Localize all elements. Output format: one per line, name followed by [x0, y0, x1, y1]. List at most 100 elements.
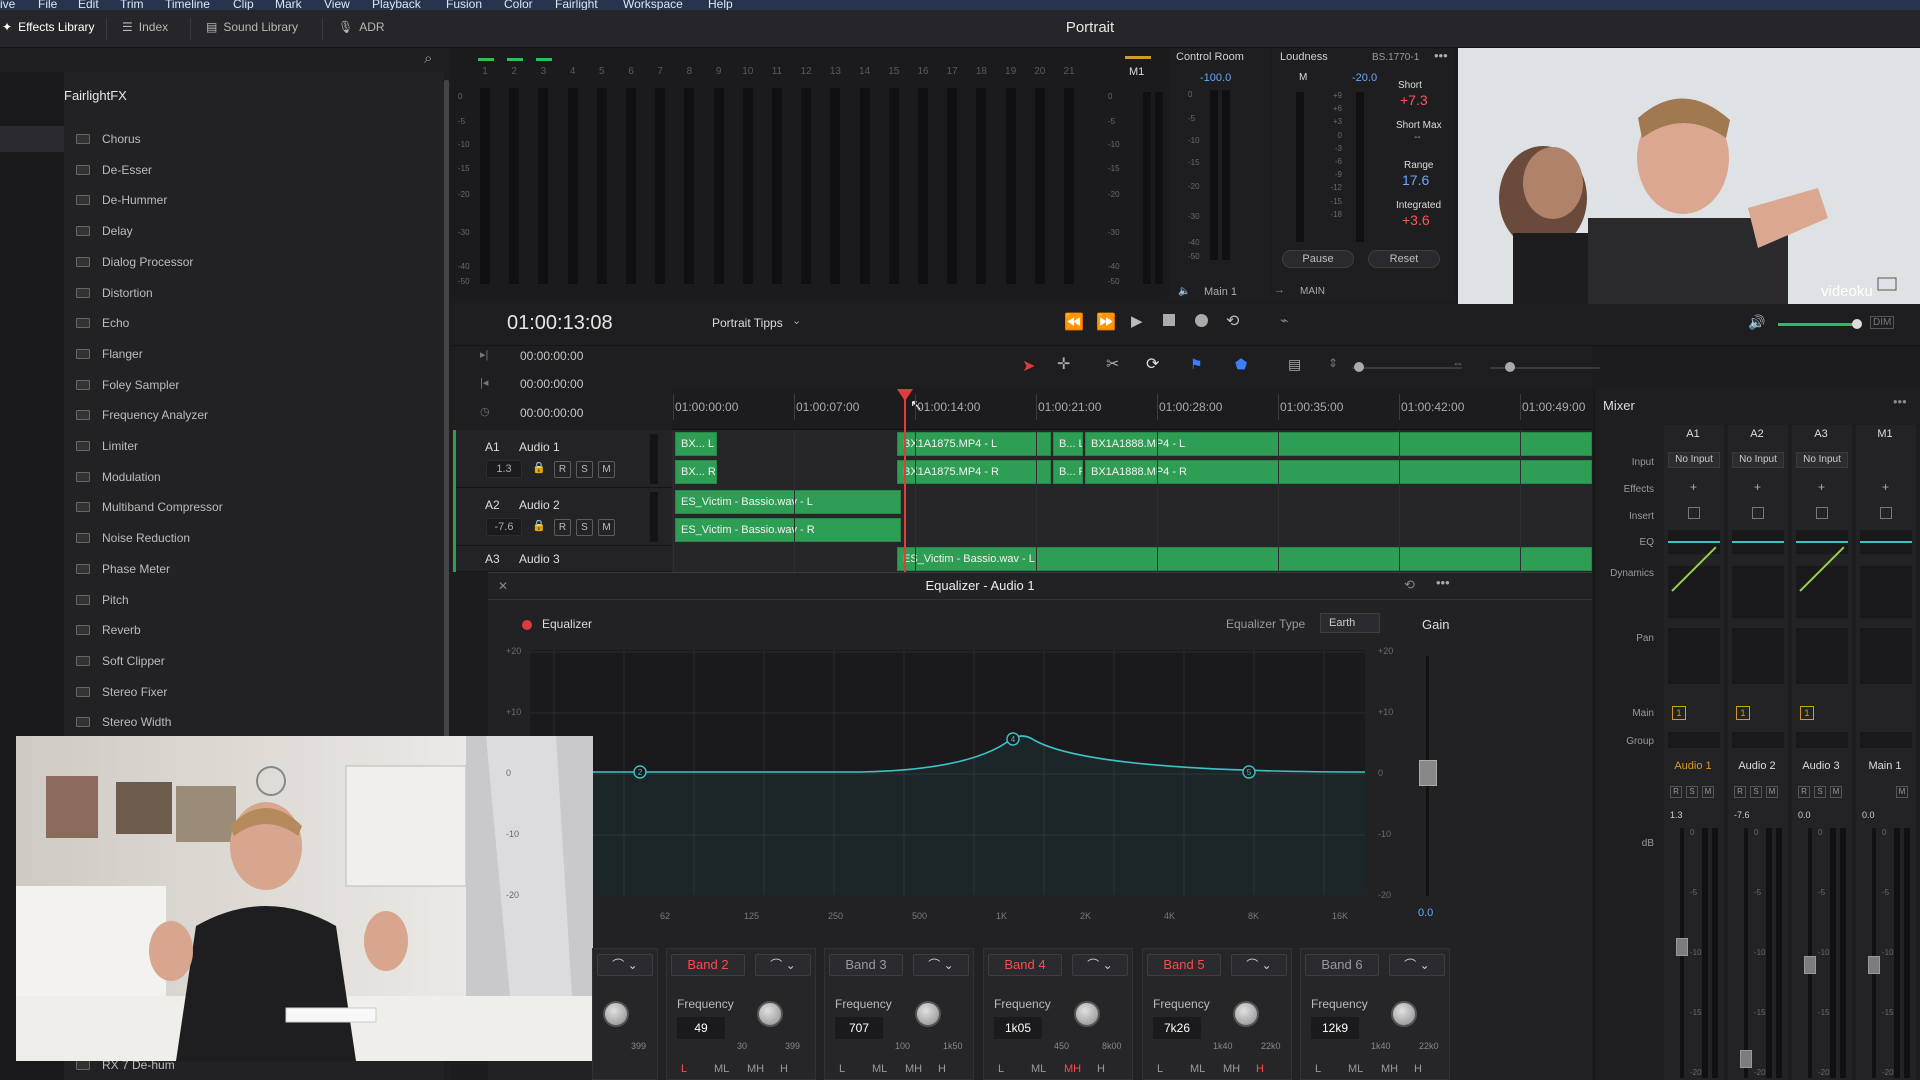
filter-type-button[interactable]: L — [681, 1063, 687, 1075]
mixer-pan-control[interactable] — [1796, 628, 1848, 684]
list-item[interactable]: Foley Sampler — [76, 375, 179, 395]
add-effect-icon[interactable]: + — [1690, 480, 1697, 494]
stop-icon[interactable] — [1163, 314, 1175, 326]
frequency-knob[interactable] — [1074, 1001, 1100, 1027]
mixer-r-button[interactable]: R — [1798, 786, 1810, 798]
band-toggle-button[interactable]: Band 4 — [988, 954, 1062, 976]
fader-handle[interactable] — [1804, 956, 1816, 974]
main-bus-indicator[interactable]: 1 — [1672, 706, 1686, 720]
filter-type-button[interactable]: ML — [872, 1063, 887, 1075]
mixer-group-slot[interactable] — [1732, 732, 1784, 748]
fader-handle[interactable] — [1740, 1050, 1752, 1068]
filter-type-button[interactable]: ML — [714, 1063, 729, 1075]
mixer-dynamics-thumbnail[interactable] — [1732, 566, 1784, 618]
eq-enable-icon[interactable] — [522, 620, 532, 630]
menu-trim[interactable]: Trim — [120, 0, 144, 10]
filter-type-button[interactable]: H — [938, 1063, 946, 1075]
mixer-r-button[interactable]: R — [1670, 786, 1682, 798]
frequency-value[interactable]: 1k05 — [994, 1017, 1042, 1039]
mixer-s-button[interactable]: S — [1814, 786, 1826, 798]
lock-icon[interactable]: 🔒 — [532, 519, 546, 532]
zoom-horizontal-icon[interactable]: ⇔ — [1452, 356, 1464, 370]
mixer-m-button[interactable]: M — [1766, 786, 1778, 798]
mixer-s-button[interactable]: S — [1750, 786, 1762, 798]
insert-toggle[interactable] — [1752, 507, 1764, 519]
track-name[interactable]: Audio 2 — [519, 498, 560, 512]
audio-clip[interactable]: ES_Victim - Bassio.wav - R — [675, 518, 901, 542]
mute-button[interactable]: M — [598, 519, 615, 536]
filter-shape-select[interactable]: ⌒ ⌄ — [1072, 954, 1128, 976]
filter-type-button[interactable]: H — [1097, 1063, 1105, 1075]
menu-mark[interactable]: Mark — [275, 0, 302, 10]
flag-icon[interactable]: ⚑ — [1190, 356, 1203, 373]
audio-clip[interactable]: BX1A1875.MP4 - R — [897, 460, 1051, 484]
filter-shape-select[interactable]: ⌒ ⌄ — [755, 954, 811, 976]
mixer-pan-control[interactable] — [1668, 628, 1720, 684]
play-icon[interactable]: ▶ — [1131, 312, 1143, 330]
mixer-input-select[interactable]: No Input — [1732, 452, 1784, 468]
volume-icon[interactable]: 🔊 — [1748, 314, 1765, 331]
effects-library-button[interactable]: ✦ Effects Library — [2, 20, 95, 34]
list-item[interactable]: Multiband Compressor — [76, 497, 223, 517]
volume-slider-handle[interactable] — [1852, 319, 1862, 329]
add-effect-icon[interactable]: + — [1818, 480, 1825, 494]
menu-fairlight[interactable]: Fairlight — [555, 0, 598, 10]
vertical-zoom-slider[interactable] — [1352, 367, 1462, 369]
insert-toggle[interactable] — [1688, 507, 1700, 519]
frequency-value[interactable]: 12k9 — [1311, 1017, 1359, 1039]
mixer-s-button[interactable]: S — [1686, 786, 1698, 798]
fader-handle[interactable] — [1868, 956, 1880, 974]
track-header-a1[interactable]: A1 Audio 1 1.3 🔒 R S M — [452, 430, 672, 488]
mixer-r-button[interactable]: R — [1734, 786, 1746, 798]
mixer-group-slot[interactable] — [1796, 732, 1848, 748]
eq-curve-chart[interactable]: 2 4 5 — [530, 650, 1365, 895]
frequency-knob[interactable] — [757, 1001, 783, 1027]
mixer-dynamics-thumbnail[interactable] — [1860, 566, 1912, 618]
razor-tool-icon[interactable]: ✂ — [1106, 354, 1119, 374]
more-options-icon[interactable]: ••• — [1893, 394, 1907, 409]
library-scrollbar[interactable] — [444, 80, 449, 740]
lock-icon[interactable]: 🔒 — [532, 461, 546, 474]
track-header-a2[interactable]: A2 Audio 2 -7.6 🔒 R S M — [452, 488, 672, 546]
filter-type-button[interactable]: L — [1157, 1063, 1163, 1075]
playhead[interactable] — [904, 392, 906, 572]
more-options-icon[interactable]: ••• — [1434, 48, 1448, 63]
list-item[interactable]: Distortion — [76, 283, 153, 303]
audio-clip[interactable]: BX1A1888.MP4 - R — [1085, 460, 1592, 484]
main-bus-indicator[interactable]: 1 — [1736, 706, 1750, 720]
fader-handle[interactable] — [1676, 938, 1688, 956]
filter-type-button[interactable]: MH — [1381, 1063, 1398, 1075]
mixer-eq-thumbnail[interactable] — [1860, 530, 1912, 554]
frequency-knob[interactable] — [915, 1001, 941, 1027]
insert-toggle[interactable] — [1816, 507, 1828, 519]
menu-workspace[interactable]: Workspace — [623, 0, 683, 10]
list-item[interactable]: De-Esser — [76, 160, 152, 180]
mixer-pan-control[interactable] — [1860, 628, 1912, 684]
filter-type-button[interactable]: MH — [905, 1063, 922, 1075]
more-options-icon[interactable]: ••• — [1436, 575, 1450, 590]
track-volume[interactable]: -7.6 — [486, 518, 522, 536]
frequency-knob[interactable] — [1233, 1001, 1259, 1027]
frequency-value[interactable]: 49 — [677, 1017, 725, 1039]
mixer-input-select[interactable]: No Input — [1668, 452, 1720, 468]
audio-clip[interactable]: BX... L — [675, 432, 717, 456]
frequency-value[interactable]: 7k26 — [1153, 1017, 1201, 1039]
marker-icon[interactable]: ⬟ — [1235, 356, 1247, 373]
track-header-a3[interactable]: A3 Audio 3 — [452, 546, 672, 572]
search-icon[interactable]: ⌕ — [424, 50, 432, 67]
filter-shape-select[interactable]: ⌒ ⌄ — [913, 954, 969, 976]
menu-app[interactable]: ive — [0, 0, 15, 10]
loudness-standard[interactable]: BS.1770-1 — [1372, 52, 1419, 63]
list-item[interactable]: Echo — [76, 313, 129, 333]
audio-clip[interactable]: BX1A1888.MP4 - L — [1085, 432, 1592, 456]
list-item[interactable]: Stereo Fixer — [76, 682, 167, 702]
close-icon[interactable]: ✕ — [498, 579, 508, 593]
add-effect-icon[interactable]: + — [1882, 480, 1889, 494]
insert-toggle[interactable] — [1880, 507, 1892, 519]
mixer-group-slot[interactable] — [1860, 732, 1912, 748]
list-item[interactable]: Soft Clipper — [76, 651, 165, 671]
track-height-icon[interactable]: ▤ — [1288, 356, 1301, 373]
route-label[interactable]: MAIN — [1300, 286, 1325, 297]
mixer-pan-control[interactable] — [1732, 628, 1784, 684]
list-item[interactable]: Stereo Width — [76, 712, 171, 732]
